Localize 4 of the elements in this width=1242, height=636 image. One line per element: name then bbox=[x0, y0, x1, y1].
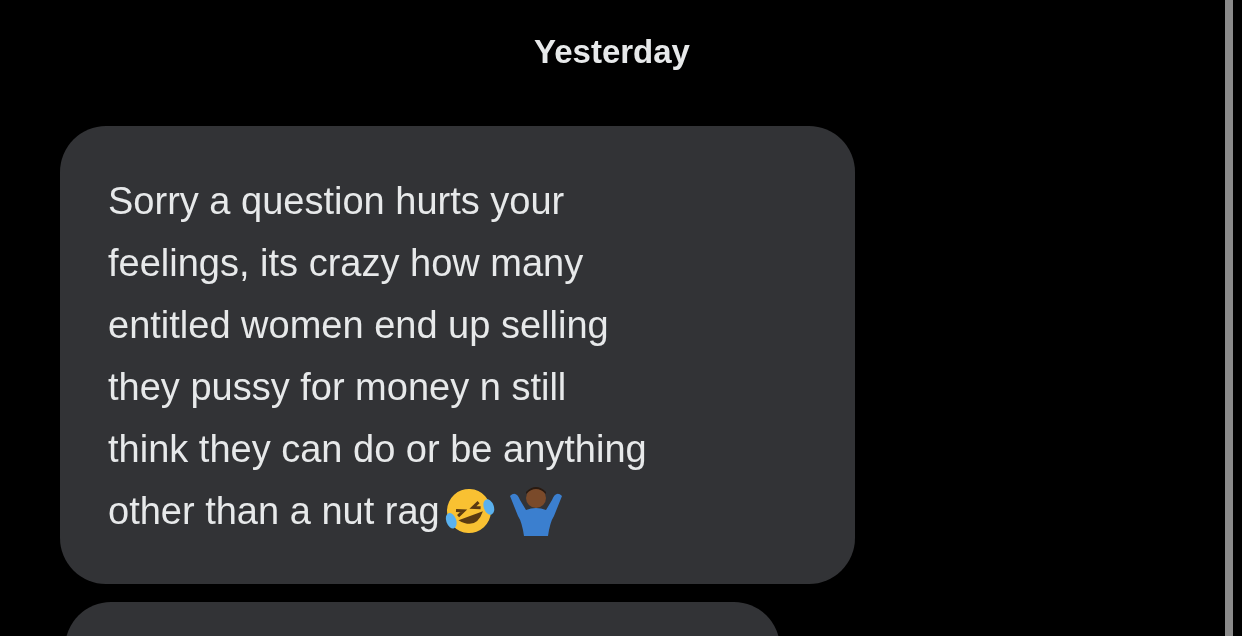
message-text: other than a nut rag bbox=[108, 489, 440, 534]
shrugging-figure-icon bbox=[507, 486, 564, 536]
date-divider: Yesterday bbox=[534, 32, 690, 72]
scrollbar[interactable] bbox=[1225, 0, 1233, 636]
